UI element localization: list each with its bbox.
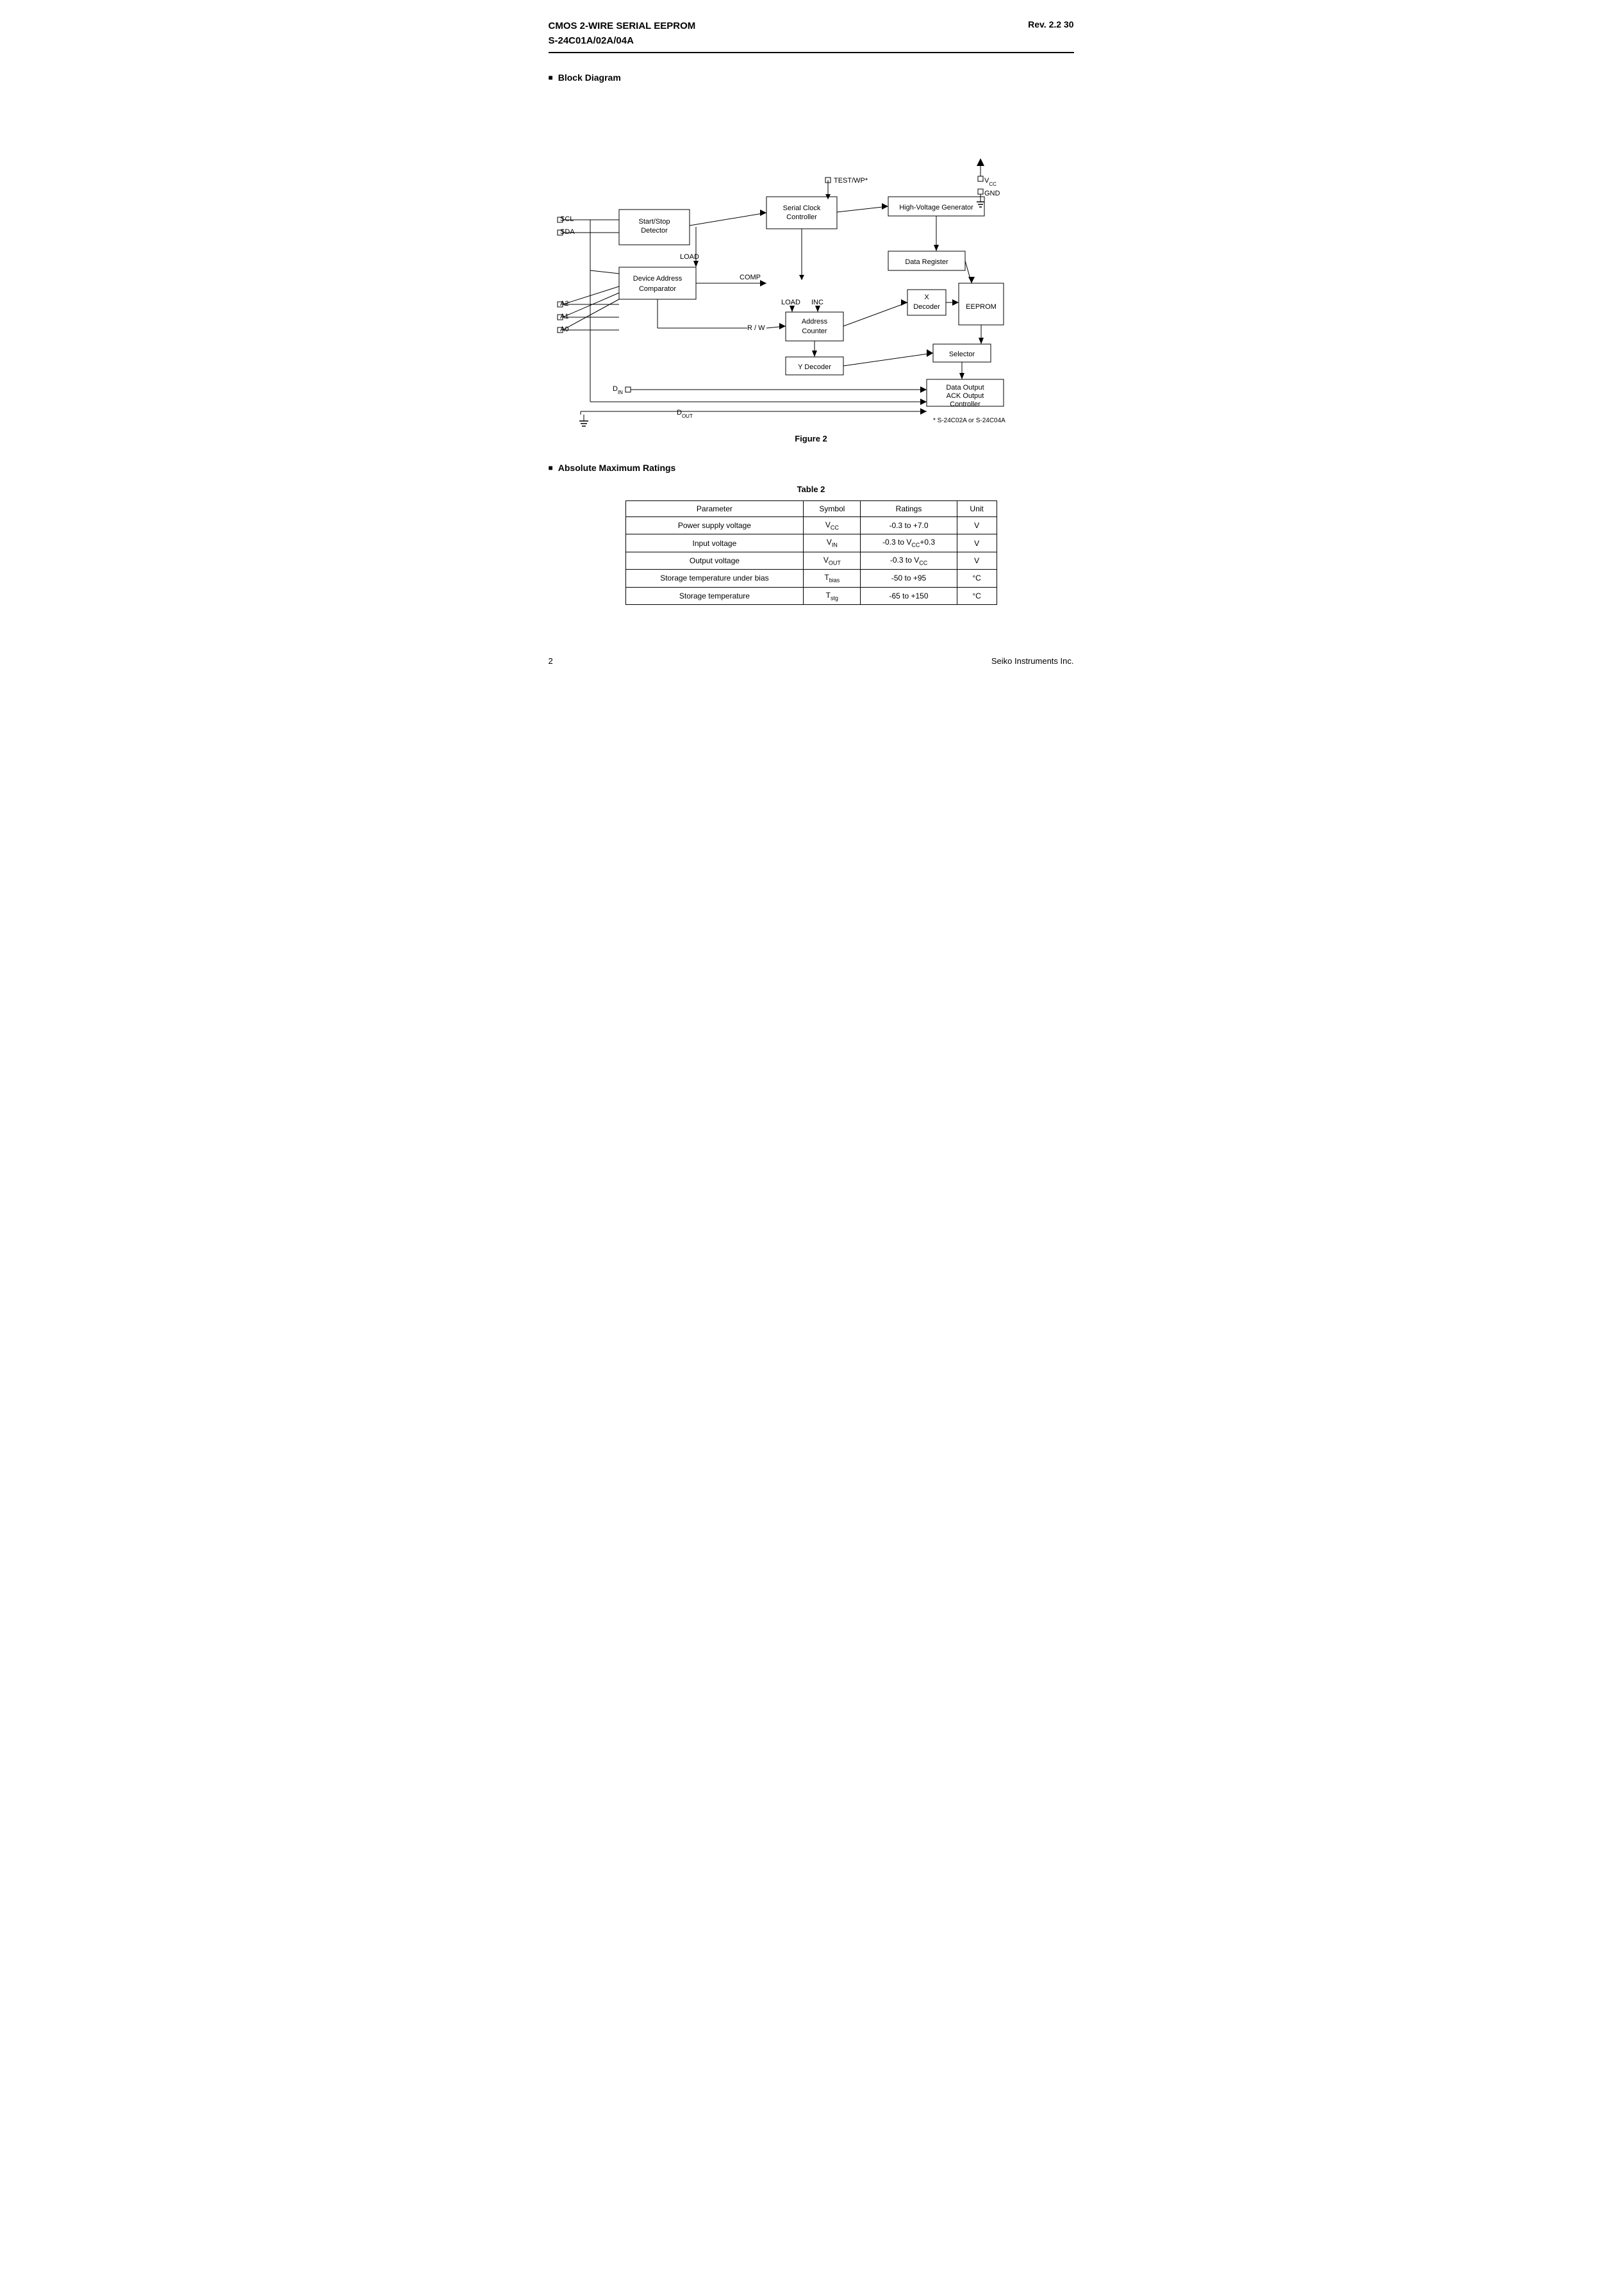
- svg-text:Controller: Controller: [786, 213, 817, 221]
- unit-input: V: [957, 534, 997, 552]
- eeprom-label: EEPROM: [966, 303, 997, 311]
- y-decoder-label: Y Decoder: [798, 363, 831, 371]
- page-number: 2: [549, 656, 553, 666]
- rating-storage-bias: -50 to +95: [861, 570, 957, 587]
- inc-label: INC: [811, 299, 823, 306]
- x-decoder-label: X: [924, 293, 929, 301]
- device-address-label: Device Address: [633, 275, 682, 283]
- sda-label: SDA: [560, 228, 575, 236]
- address-counter-label: Address: [801, 318, 827, 326]
- r-w-label: R / W: [747, 324, 765, 332]
- data-output-label: Data Output: [946, 384, 984, 392]
- unit-power: V: [957, 517, 997, 534]
- param-storage-bias: Storage temperature under bias: [625, 570, 804, 587]
- svg-text:Controller: Controller: [950, 401, 981, 408]
- col-unit: Unit: [957, 501, 997, 517]
- comp-label: COMP: [740, 274, 761, 281]
- unit-storage-bias: °C: [957, 570, 997, 587]
- gnd-label: GND: [984, 190, 1000, 197]
- section-absolute-max-heading: Absolute Maximum Ratings: [549, 463, 1074, 473]
- table-label: Table 2: [549, 484, 1074, 494]
- sym-storage: Tstg: [804, 587, 861, 604]
- load-label-2: LOAD: [781, 299, 800, 306]
- col-ratings: Ratings: [861, 501, 957, 517]
- test-wp-label: TEST/WP*: [834, 177, 868, 185]
- param-input: Input voltage: [625, 534, 804, 552]
- header-title: CMOS 2-WIRE SERIAL EEPROM S-24C01A/02A/0…: [549, 19, 1074, 48]
- section-block-diagram-heading: Block Diagram: [549, 72, 1074, 83]
- figure-label: Figure 2: [549, 434, 1074, 443]
- dout-label: DOUT: [677, 409, 693, 419]
- table-row: Storage temperature Tstg -65 to +150 °C: [625, 587, 997, 604]
- scl-label: SCL: [560, 215, 574, 223]
- footer-section: 2 Seiko Instruments Inc.: [549, 656, 1074, 666]
- vcc-label: VCC: [984, 177, 997, 187]
- unit-output: V: [957, 552, 997, 569]
- param-output: Output voltage: [625, 552, 804, 569]
- din-label: DIN: [613, 385, 623, 395]
- start-stop-label: Start/Stop: [638, 218, 670, 226]
- unit-storage: °C: [957, 587, 997, 604]
- table-row: Output voltage VOUT -0.3 to VCC V: [625, 552, 997, 569]
- header-section: Rev. 2.2 30 CMOS 2-WIRE SERIAL EEPROM S-…: [549, 19, 1074, 53]
- load-label-1: LOAD: [680, 253, 699, 261]
- svg-text:Comparator: Comparator: [638, 285, 675, 293]
- header-rev: Rev. 2.2 30: [1028, 19, 1073, 29]
- param-storage: Storage temperature: [625, 587, 804, 604]
- sym-power: VCC: [804, 517, 861, 534]
- col-symbol: Symbol: [804, 501, 861, 517]
- sym-storage-bias: Tbias: [804, 570, 861, 587]
- table-row: Power supply voltage VCC -0.3 to +7.0 V: [625, 517, 997, 534]
- svg-text:Counter: Counter: [802, 327, 827, 335]
- rating-power: -0.3 to +7.0: [861, 517, 957, 534]
- sym-input: VIN: [804, 534, 861, 552]
- sym-output: VOUT: [804, 552, 861, 569]
- ratings-table: Parameter Symbol Ratings Unit Power supp…: [625, 500, 997, 605]
- serial-clock-label: Serial Clock: [782, 204, 820, 212]
- selector-label: Selector: [948, 351, 975, 358]
- table-row: Input voltage VIN -0.3 to VCC+0.3 V: [625, 534, 997, 552]
- company-name: Seiko Instruments Inc.: [991, 656, 1074, 666]
- rating-output: -0.3 to VCC: [861, 552, 957, 569]
- rating-storage: -65 to +150: [861, 587, 957, 604]
- svg-text:Detector: Detector: [641, 227, 668, 235]
- footnote-label: * S-24C02A or S-24C04A: [933, 417, 1005, 424]
- table-row: Storage temperature under bias Tbias -50…: [625, 570, 997, 587]
- block-diagram-container: SCL SDA A2 A1 A0 Start/Stop Detector Ser…: [549, 94, 1074, 427]
- param-power: Power supply voltage: [625, 517, 804, 534]
- data-register-label: Data Register: [905, 258, 948, 266]
- high-voltage-label: High-Voltage Generator: [899, 204, 973, 211]
- col-parameter: Parameter: [625, 501, 804, 517]
- svg-text:Decoder: Decoder: [913, 303, 940, 311]
- rating-input: -0.3 to VCC+0.3: [861, 534, 957, 552]
- svg-text:ACK Output: ACK Output: [946, 392, 984, 400]
